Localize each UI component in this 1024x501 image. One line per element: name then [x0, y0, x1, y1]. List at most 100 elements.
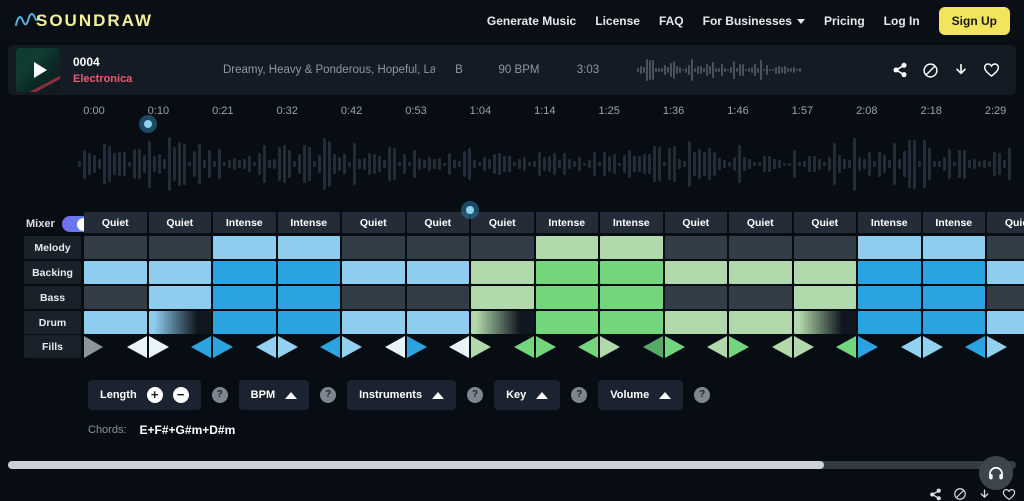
section-header-7[interactable]: Quiet: [471, 212, 534, 233]
nav-item-license[interactable]: License: [595, 14, 640, 28]
cell-melody-10[interactable]: [664, 236, 727, 259]
volume-control[interactable]: Volume: [598, 380, 684, 410]
section-header-10[interactable]: Quiet: [664, 212, 727, 233]
length-decrease-button[interactable]: −: [172, 387, 189, 403]
cell-melody-13[interactable]: [858, 236, 921, 259]
cell-drum-5[interactable]: [342, 311, 405, 334]
horizontal-scrollbar[interactable]: [8, 461, 1016, 469]
cell-drum-8[interactable]: [535, 311, 598, 334]
cell-melody-2[interactable]: [148, 236, 211, 259]
section-header-12[interactable]: Quiet: [793, 212, 856, 233]
cell-bass-4[interactable]: [277, 286, 340, 309]
logo[interactable]: SOUNDRAW: [14, 9, 153, 33]
section-header-15[interactable]: Quiet: [987, 212, 1024, 233]
cell-drum-11[interactable]: [729, 311, 792, 334]
cell-bass-2[interactable]: [148, 286, 211, 309]
heart-icon[interactable]: [1002, 488, 1016, 501]
cell-backing-2[interactable]: [148, 261, 211, 284]
section-header-6[interactable]: Quiet: [406, 212, 469, 233]
section-header-4[interactable]: Intense: [277, 212, 340, 233]
cell-drum-13[interactable]: [858, 311, 921, 334]
fill-right-triangle-icon[interactable]: [342, 336, 362, 358]
cell-bass-7[interactable]: [471, 286, 534, 309]
length-control[interactable]: Length + −: [88, 380, 201, 410]
cell-backing-11[interactable]: [729, 261, 792, 284]
cell-bass-6[interactable]: [406, 286, 469, 309]
fill-left-triangle-icon[interactable]: [900, 336, 921, 358]
cell-bass-5[interactable]: [342, 286, 405, 309]
cell-bass-3[interactable]: [213, 286, 276, 309]
fill-start-triangle-icon[interactable]: [84, 336, 103, 358]
section-header-3[interactable]: Intense: [213, 212, 276, 233]
cell-melody-14[interactable]: [922, 236, 985, 259]
fill-left-triangle-icon[interactable]: [126, 336, 147, 358]
song-waveform[interactable]: [78, 131, 1014, 197]
bpm-control[interactable]: BPM: [238, 380, 310, 410]
fill-left-triangle-icon[interactable]: [449, 336, 469, 358]
fill-left-triangle-icon[interactable]: [191, 336, 211, 358]
cell-melody-1[interactable]: [84, 236, 147, 259]
nav-item-log-in[interactable]: Log In: [884, 14, 920, 28]
fill-right-triangle-icon[interactable]: [213, 336, 233, 358]
instruments-help-icon[interactable]: ?: [467, 387, 484, 403]
headphones-button[interactable]: [979, 456, 1013, 490]
cell-backing-8[interactable]: [535, 261, 598, 284]
section-header-13[interactable]: Intense: [858, 212, 921, 233]
nav-item-faq[interactable]: FAQ: [659, 14, 684, 28]
key-help-icon[interactable]: ?: [571, 387, 588, 403]
nav-item-generate-music[interactable]: Generate Music: [487, 14, 576, 28]
section-header-2[interactable]: Quiet: [148, 212, 211, 233]
cell-bass-15[interactable]: [987, 286, 1024, 309]
cell-drum-14[interactable]: [922, 311, 985, 334]
fill-right-triangle-icon[interactable]: [600, 336, 620, 358]
cell-backing-9[interactable]: [600, 261, 663, 284]
section-header-14[interactable]: Intense: [922, 212, 985, 233]
cell-drum-15[interactable]: [987, 311, 1024, 334]
cell-melody-12[interactable]: [793, 236, 856, 259]
cell-backing-7[interactable]: [471, 261, 534, 284]
cell-melody-3[interactable]: [213, 236, 276, 259]
cell-bass-1[interactable]: [84, 286, 147, 309]
cell-drum-1[interactable]: [84, 311, 147, 334]
length-help-icon[interactable]: ?: [211, 387, 228, 403]
fill-left-triangle-icon[interactable]: [513, 336, 534, 358]
fill-left-triangle-icon[interactable]: [384, 336, 405, 358]
cell-drum-4[interactable]: [277, 311, 340, 334]
loop-marker-end[interactable]: [461, 201, 479, 219]
heart-icon[interactable]: [983, 62, 1000, 78]
scrollbar-thumb[interactable]: [8, 461, 825, 469]
download-icon[interactable]: [953, 62, 969, 78]
fill-left-triangle-icon[interactable]: [771, 336, 792, 358]
nav-item-pricing[interactable]: Pricing: [824, 14, 865, 28]
cell-drum-2[interactable]: [148, 311, 211, 334]
fill-right-triangle-icon[interactable]: [664, 336, 685, 358]
fill-right-triangle-icon[interactable]: [471, 336, 491, 358]
bpm-help-icon[interactable]: ?: [320, 387, 337, 403]
cell-bass-10[interactable]: [664, 286, 727, 309]
fill-left-triangle-icon[interactable]: [965, 336, 985, 358]
length-increase-button[interactable]: +: [146, 387, 163, 403]
cell-bass-14[interactable]: [922, 286, 985, 309]
cell-drum-9[interactable]: [600, 311, 663, 334]
fill-left-triangle-icon[interactable]: [320, 336, 340, 358]
cell-drum-12[interactable]: [793, 311, 856, 334]
cell-backing-6[interactable]: [406, 261, 469, 284]
cell-bass-9[interactable]: [600, 286, 663, 309]
ban-icon[interactable]: [922, 62, 939, 79]
cell-backing-10[interactable]: [664, 261, 727, 284]
share-icon[interactable]: [929, 488, 942, 501]
fill-right-triangle-icon[interactable]: [535, 336, 556, 358]
section-header-5[interactable]: Quiet: [342, 212, 405, 233]
cell-backing-12[interactable]: [793, 261, 856, 284]
cell-drum-10[interactable]: [664, 311, 727, 334]
fill-left-triangle-icon[interactable]: [642, 336, 663, 358]
cell-bass-8[interactable]: [535, 286, 598, 309]
key-control[interactable]: Key: [494, 380, 561, 410]
fill-right-triangle-icon[interactable]: [406, 336, 427, 358]
cell-backing-1[interactable]: [84, 261, 147, 284]
cell-bass-11[interactable]: [729, 286, 792, 309]
cell-melody-11[interactable]: [729, 236, 792, 259]
section-header-8[interactable]: Intense: [535, 212, 598, 233]
share-icon[interactable]: [892, 62, 908, 78]
section-header-9[interactable]: Intense: [600, 212, 663, 233]
